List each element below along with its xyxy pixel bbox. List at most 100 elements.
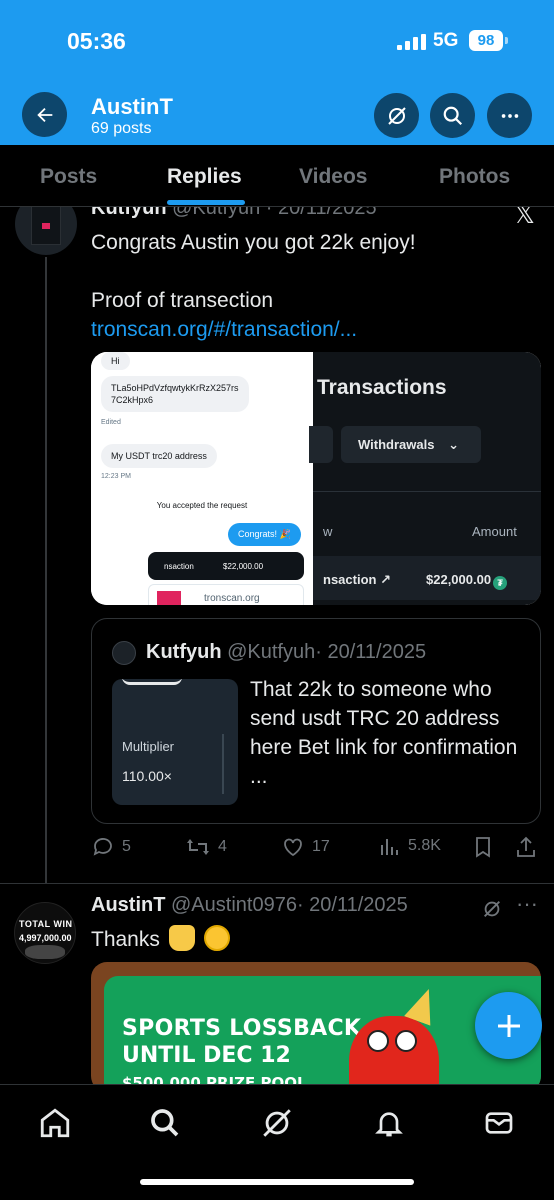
like-button[interactable]: 17 bbox=[281, 835, 330, 859]
tab-videos[interactable]: Videos bbox=[299, 165, 367, 189]
filter-label: Withdrawals bbox=[358, 437, 435, 452]
mail-icon bbox=[485, 1112, 513, 1134]
more-dots-icon bbox=[501, 113, 518, 118]
battery-tip bbox=[505, 37, 508, 44]
tweet-image[interactable]: Hi TLa5oHPdVzfqwtykKrRzX257rs 7C2kHpx6 E… bbox=[91, 352, 541, 605]
back-button[interactable] bbox=[22, 92, 67, 137]
quote-thumbnail: Multiplier 110.00× bbox=[112, 679, 238, 805]
home-indicator bbox=[140, 1179, 414, 1185]
reply-count: 5 bbox=[122, 838, 131, 855]
views-button[interactable]: 5.8K bbox=[379, 835, 441, 857]
tab-replies[interactable]: Replies bbox=[167, 165, 242, 189]
view-count: 5.8K bbox=[408, 837, 441, 854]
search-icon bbox=[151, 1109, 179, 1137]
thumbs-up-icon bbox=[168, 925, 195, 951]
profile-name: AustinT bbox=[91, 94, 173, 119]
avatar-kutfyuh[interactable] bbox=[15, 207, 77, 255]
share-icon bbox=[517, 836, 535, 857]
tweet-header: Kutfyuh @Kutfyuh · 20/11/2025 bbox=[91, 207, 377, 220]
grok-button[interactable] bbox=[374, 93, 419, 138]
chat-bubble-request: My USDT trc20 address bbox=[101, 444, 217, 468]
x-logo-icon: 𝕏 bbox=[514, 207, 535, 229]
address-line-2: 7C2kHpx6 bbox=[111, 395, 154, 405]
bell-icon bbox=[375, 1112, 403, 1137]
author-handle[interactable]: @Austint0976 bbox=[171, 894, 297, 916]
plus-icon bbox=[497, 1014, 520, 1037]
repost-button[interactable]: 4 bbox=[185, 835, 227, 859]
arrow-left-icon bbox=[36, 107, 52, 122]
grok-icon bbox=[263, 1109, 291, 1137]
tab-posts[interactable]: Posts bbox=[40, 165, 97, 189]
edited-label: Edited bbox=[101, 419, 121, 426]
reply-icon bbox=[93, 838, 112, 856]
more-dots-icon[interactable]: ··· bbox=[516, 891, 538, 917]
row-label: nsaction ↗ bbox=[323, 572, 391, 587]
feed[interactable]: Kutfyuh @Kutfyuh · 20/11/2025 𝕏 Congrats… bbox=[0, 207, 554, 1084]
bookmark-icon bbox=[476, 837, 490, 858]
avatar-text-1: TOTAL WIN bbox=[19, 919, 73, 929]
repost-count: 4 bbox=[218, 838, 227, 855]
search-button[interactable] bbox=[430, 93, 475, 138]
quote-author-handle: @Kutfyuh bbox=[227, 641, 316, 663]
nav-messages[interactable] bbox=[479, 1103, 519, 1143]
chevron-down-icon: ⌄ bbox=[448, 437, 459, 452]
external-link-icon: ↗ bbox=[380, 572, 391, 587]
author-name[interactable]: Kutfyuh bbox=[91, 207, 167, 219]
avatar-austint[interactable]: TOTAL WIN 4,997,000.00 bbox=[14, 902, 76, 964]
quoted-tweet[interactable]: Kutfyuh @Kutfyuh· 20/11/2025 Multiplier … bbox=[91, 618, 541, 824]
tweet-link[interactable]: tronscan.org/#/transaction/... bbox=[91, 315, 416, 344]
tweet-divider bbox=[0, 883, 554, 884]
row-amount: $22,000.00 ₮ bbox=[426, 572, 508, 590]
avatar-text-2: 4,997,000.00 bbox=[19, 933, 72, 943]
bookmark-button[interactable] bbox=[472, 835, 494, 859]
chat-time: 12:23 PM bbox=[101, 473, 131, 480]
tweet-date: · 20/11/2025 bbox=[265, 207, 377, 219]
author-name[interactable]: AustinT bbox=[91, 894, 165, 916]
nav-search[interactable] bbox=[145, 1103, 185, 1143]
quote-text: That 22k to someone who send usdt TRC 20… bbox=[250, 678, 518, 788]
column-header-amount: Amount bbox=[472, 524, 517, 539]
address-line-1: TLa5oHPdVzfqwtykKrRzX257rs bbox=[111, 383, 239, 393]
reply-button[interactable]: 5 bbox=[91, 835, 131, 859]
nav-notifications[interactable] bbox=[369, 1103, 409, 1143]
nav-home[interactable] bbox=[35, 1103, 75, 1143]
banner-line-1: SPORTS LOSSBACK bbox=[122, 1016, 362, 1041]
usdt-icon: ₮ bbox=[493, 576, 508, 590]
compose-button[interactable] bbox=[475, 992, 542, 1059]
card-label: nsaction bbox=[164, 562, 194, 571]
chat-bubble-congrats: Congrats! 🎉 bbox=[228, 523, 301, 546]
multiplier-label: Multiplier bbox=[122, 739, 175, 754]
avatar-graphic bbox=[25, 945, 65, 959]
nav-grok[interactable] bbox=[257, 1103, 297, 1143]
stake-logo bbox=[122, 679, 182, 685]
transaction-card: nsaction $22,000.00 bbox=[148, 552, 304, 580]
banner-line-3: $500,000 PRIZE POOL bbox=[122, 1074, 307, 1084]
grok-icon[interactable] bbox=[481, 898, 503, 925]
tweet-text: Congrats Austin you got 22k enjoy! Proof… bbox=[91, 228, 416, 344]
link-card-source: tronscan.org bbox=[204, 593, 260, 604]
author-handle[interactable]: @Kutfyuh bbox=[172, 207, 260, 219]
accepted-label: You accepted the request bbox=[156, 501, 248, 510]
tweet-date: · 20/11/2025 bbox=[296, 894, 408, 916]
filter-withdrawals: Withdrawals ⌄ bbox=[341, 426, 481, 463]
quote-header: Kutfyuh @Kutfyuh· 20/11/2025 bbox=[146, 641, 426, 664]
table-row: nsaction ↗ $22,000.00 ₮ bbox=[313, 556, 541, 600]
share-button[interactable] bbox=[515, 835, 537, 859]
column-header-w: w bbox=[323, 524, 333, 539]
tweet-image[interactable]: SPORTS LOSSBACK UNTIL DEC 12 $500,000 PR… bbox=[91, 962, 541, 1084]
tweet-line-1: Congrats Austin you got 22k enjoy! bbox=[91, 231, 416, 254]
banner-line-2: UNTIL DEC 12 bbox=[122, 1043, 291, 1068]
network-label: 5G bbox=[433, 30, 459, 51]
heart-icon bbox=[284, 838, 302, 857]
quote-date: · 20/11/2025 bbox=[315, 641, 427, 663]
quote-avatar bbox=[112, 641, 136, 665]
search-icon bbox=[443, 106, 462, 125]
mascot-image bbox=[349, 1016, 439, 1084]
more-button[interactable] bbox=[487, 93, 532, 138]
filter-chip-left bbox=[309, 426, 333, 463]
card-amount: $22,000.00 bbox=[223, 562, 264, 571]
tab-photos[interactable]: Photos bbox=[439, 165, 510, 189]
transactions-title: Transactions bbox=[317, 376, 447, 399]
like-count: 17 bbox=[312, 838, 330, 855]
repost-icon bbox=[187, 839, 209, 855]
